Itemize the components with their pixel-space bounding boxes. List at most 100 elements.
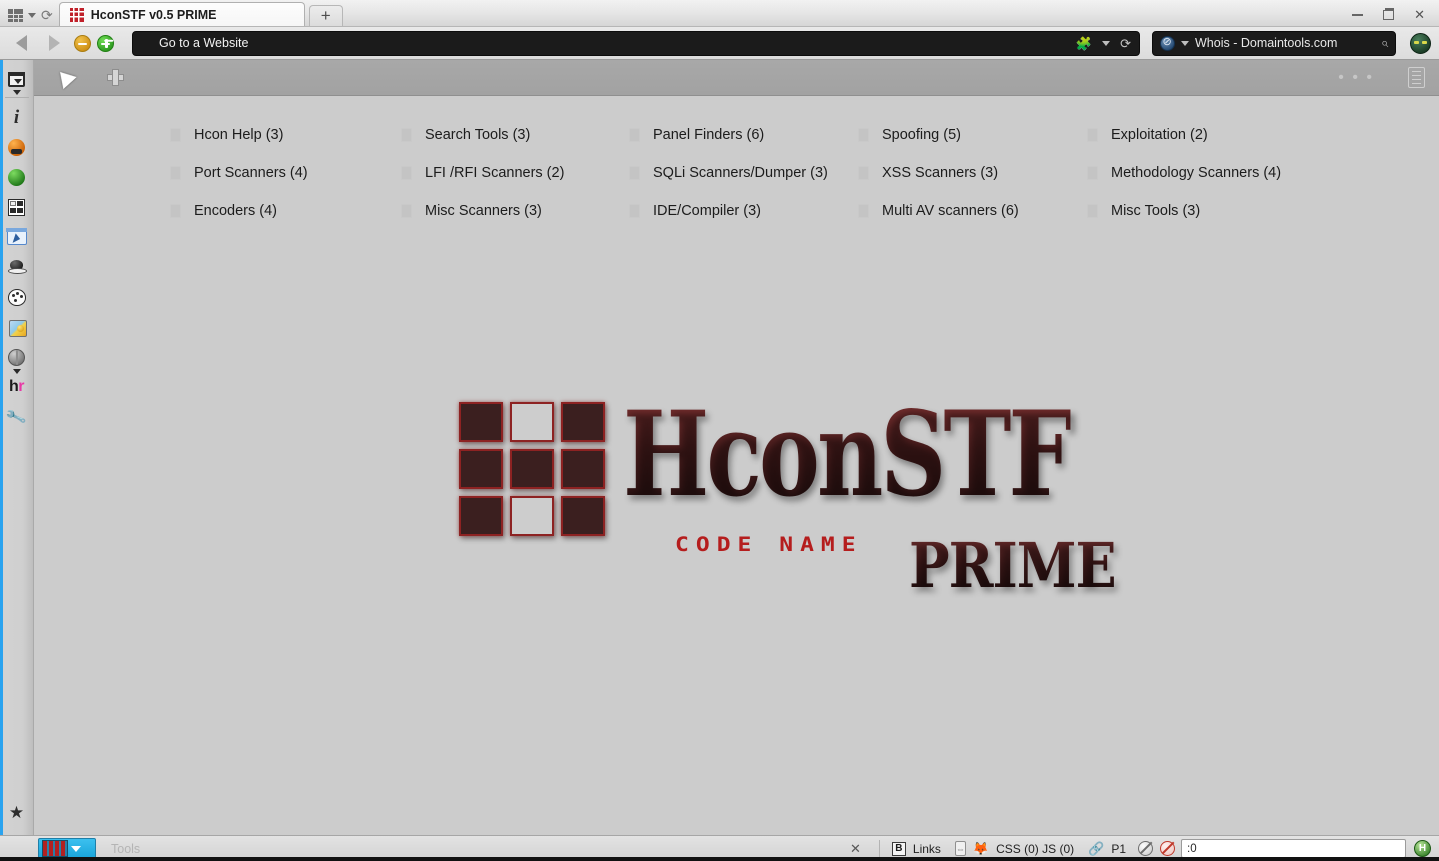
menu-item-label: SQLi Scanners/Dumper (3) bbox=[653, 165, 828, 181]
sidebar-item-green-ball[interactable] bbox=[2, 162, 32, 192]
plus-circle-icon[interactable] bbox=[97, 34, 114, 52]
sidebar-item-info[interactable]: i bbox=[2, 102, 32, 132]
sync-icon[interactable]: ⟳ bbox=[41, 8, 53, 22]
status-links-group[interactable]: B Links bbox=[891, 841, 941, 856]
hconstf-logo: HconSTF CODE NAME PRIME bbox=[459, 395, 1117, 611]
sidebar-item-black-hat[interactable] bbox=[2, 252, 32, 282]
sidebar-item-orange-ball[interactable] bbox=[2, 132, 32, 162]
menu-item-label: Search Tools (3) bbox=[425, 127, 531, 143]
sidebar-item-globe[interactable] bbox=[2, 342, 32, 374]
wrench-icon: 🔧 bbox=[4, 406, 29, 428]
menu-item-misc-scanners[interactable]: Misc Scanners (3) bbox=[401, 192, 629, 230]
menu-item-panel-finders[interactable]: Panel Finders (6) bbox=[629, 116, 858, 154]
new-tab-button[interactable]: + bbox=[308, 5, 343, 26]
search-engine-label: Whois - Domaintools.com bbox=[1195, 36, 1338, 50]
menu-item-multi-av-scanners[interactable]: Multi AV scanners (6) bbox=[858, 192, 1087, 230]
bottom-strip bbox=[0, 857, 1439, 861]
lab-flask-icon bbox=[8, 319, 27, 337]
status-input[interactable]: :0 bbox=[1181, 839, 1406, 858]
menu-item-ide-compiler[interactable]: IDE/Compiler (3) bbox=[629, 192, 858, 230]
broken-image-icon bbox=[401, 166, 412, 180]
chevron-down-icon[interactable] bbox=[28, 12, 36, 18]
tab-hconstf[interactable]: HconSTF v0.5 PRIME bbox=[58, 2, 305, 26]
chevron-down-icon[interactable] bbox=[1181, 40, 1189, 46]
broken-image-icon bbox=[858, 166, 869, 180]
menu-item-label: IDE/Compiler (3) bbox=[653, 203, 761, 219]
chevron-down-icon bbox=[71, 845, 81, 852]
status-blockers-group[interactable] bbox=[1138, 841, 1175, 856]
hr-letter-r: r bbox=[18, 378, 24, 395]
broken-image-icon bbox=[1087, 128, 1098, 142]
grid-icon[interactable] bbox=[8, 8, 23, 22]
status-close-button[interactable]: ✕ bbox=[838, 841, 873, 857]
menu-item-xss-scanners[interactable]: XSS Scanners (3) bbox=[858, 154, 1087, 192]
search-engine-icon[interactable] bbox=[1160, 35, 1175, 51]
menu-item-label: LFI /RFI Scanners (2) bbox=[425, 165, 565, 181]
menu-item-methodology-scanners[interactable]: Methodology Scanners (4) bbox=[1087, 154, 1347, 192]
fox-icon[interactable]: 🦊 bbox=[973, 842, 989, 855]
logo-cell bbox=[459, 496, 503, 536]
magnifier-icon[interactable]: ⌕ bbox=[1381, 35, 1388, 51]
sidebar-item-grid-tools[interactable] bbox=[2, 192, 32, 222]
logo-cell bbox=[510, 496, 554, 536]
menu-item-label: Encoders (4) bbox=[194, 203, 278, 219]
menu-item-spoofing[interactable]: Spoofing (5) bbox=[858, 116, 1087, 154]
status-css-js-group[interactable]: ⇔ 🦊 CSS (0) JS (0) bbox=[954, 841, 1074, 856]
close-icon[interactable]: ✕ bbox=[1414, 8, 1425, 21]
arrow-cursor-icon bbox=[53, 65, 77, 90]
menu-item-label: XSS Scanners (3) bbox=[882, 165, 999, 181]
arrow-tool-button[interactable] bbox=[48, 65, 82, 91]
h-badge-icon[interactable]: H bbox=[1414, 840, 1431, 857]
restore-icon[interactable] bbox=[1383, 7, 1395, 20]
sidebar-item-hackery[interactable]: hr bbox=[2, 372, 32, 402]
broken-image-icon bbox=[170, 204, 181, 218]
sidebar-item-lab-flask[interactable] bbox=[2, 312, 32, 342]
menu-item-exploitation[interactable]: Exploitation (2) bbox=[1087, 116, 1347, 154]
menu-item-hcon-help[interactable]: Hcon Help (3) bbox=[170, 116, 401, 154]
chevron-down-icon[interactable] bbox=[1102, 40, 1111, 46]
add-tool-button[interactable] bbox=[98, 65, 132, 91]
sidebar-item-palette[interactable] bbox=[2, 282, 32, 312]
reload-icon[interactable]: ⟳ bbox=[1120, 37, 1131, 50]
url-bar-actions: 🧩 ⟳ bbox=[1076, 37, 1131, 50]
palette-icon bbox=[7, 288, 26, 306]
bookmark-star-icon[interactable]: ★ bbox=[9, 803, 24, 823]
logo-cell bbox=[459, 449, 503, 489]
adblock-icon[interactable] bbox=[1160, 841, 1175, 856]
logo-cell bbox=[561, 496, 605, 536]
menu-item-misc-tools[interactable]: Misc Tools (3) bbox=[1087, 192, 1347, 230]
reader-view-icon[interactable] bbox=[1408, 67, 1425, 88]
menu-item-sqli-scanners-dumper[interactable]: SQLi Scanners/Dumper (3) bbox=[629, 154, 858, 192]
avatar-icon[interactable] bbox=[1410, 32, 1431, 54]
top-hat-icon bbox=[8, 259, 27, 275]
menu-item-encoders[interactable]: Encoders (4) bbox=[170, 192, 401, 230]
url-input[interactable]: Go to a Website 🧩 ⟳ bbox=[132, 30, 1140, 56]
menu-item-label: Misc Tools (3) bbox=[1111, 203, 1201, 219]
noscript-icon[interactable] bbox=[1138, 841, 1153, 856]
menu-item-port-scanners[interactable]: Port Scanners (4) bbox=[170, 154, 401, 192]
forward-arrow-icon[interactable] bbox=[49, 35, 60, 51]
resize-icon[interactable]: ⇔ bbox=[954, 841, 966, 856]
status-page-group[interactable]: 🔗 P1 bbox=[1088, 842, 1126, 856]
sidebar-item-wrench[interactable]: 🔧 bbox=[2, 402, 32, 432]
logo-grid-mark bbox=[459, 402, 605, 536]
back-arrow-icon[interactable] bbox=[16, 35, 27, 51]
menu-item-search-tools[interactable]: Search Tools (3) bbox=[401, 116, 629, 154]
secondary-toolbar: • • • bbox=[34, 60, 1439, 96]
sidebar-item-panel-switcher[interactable] bbox=[2, 64, 32, 95]
minus-circle-icon[interactable] bbox=[74, 34, 91, 52]
select-region-icon bbox=[5, 228, 28, 245]
menu-item-label: Hcon Help (3) bbox=[194, 127, 284, 143]
overflow-menu-button[interactable]: • • • bbox=[1338, 69, 1374, 86]
sidebar-item-select-tool[interactable] bbox=[2, 222, 32, 252]
tools-menu-button[interactable] bbox=[38, 838, 96, 859]
green-ball-icon bbox=[8, 168, 25, 186]
tool-category-grid: Hcon Help (3) Search Tools (3) Panel Fin… bbox=[170, 96, 1439, 230]
minimize-icon[interactable] bbox=[1352, 13, 1364, 16]
puzzle-piece-icon[interactable]: 🧩 bbox=[1076, 37, 1092, 50]
chain-icon[interactable]: 🔗 bbox=[1088, 842, 1104, 855]
page-label: P1 bbox=[1111, 841, 1126, 856]
search-input[interactable]: Whois - Domaintools.com ⌕ bbox=[1152, 30, 1396, 56]
title-bar: ⟳ HconSTF v0.5 PRIME + ✕ bbox=[0, 0, 1439, 27]
menu-item-lfi-rfi-scanners[interactable]: LFI /RFI Scanners (2) bbox=[401, 154, 629, 192]
